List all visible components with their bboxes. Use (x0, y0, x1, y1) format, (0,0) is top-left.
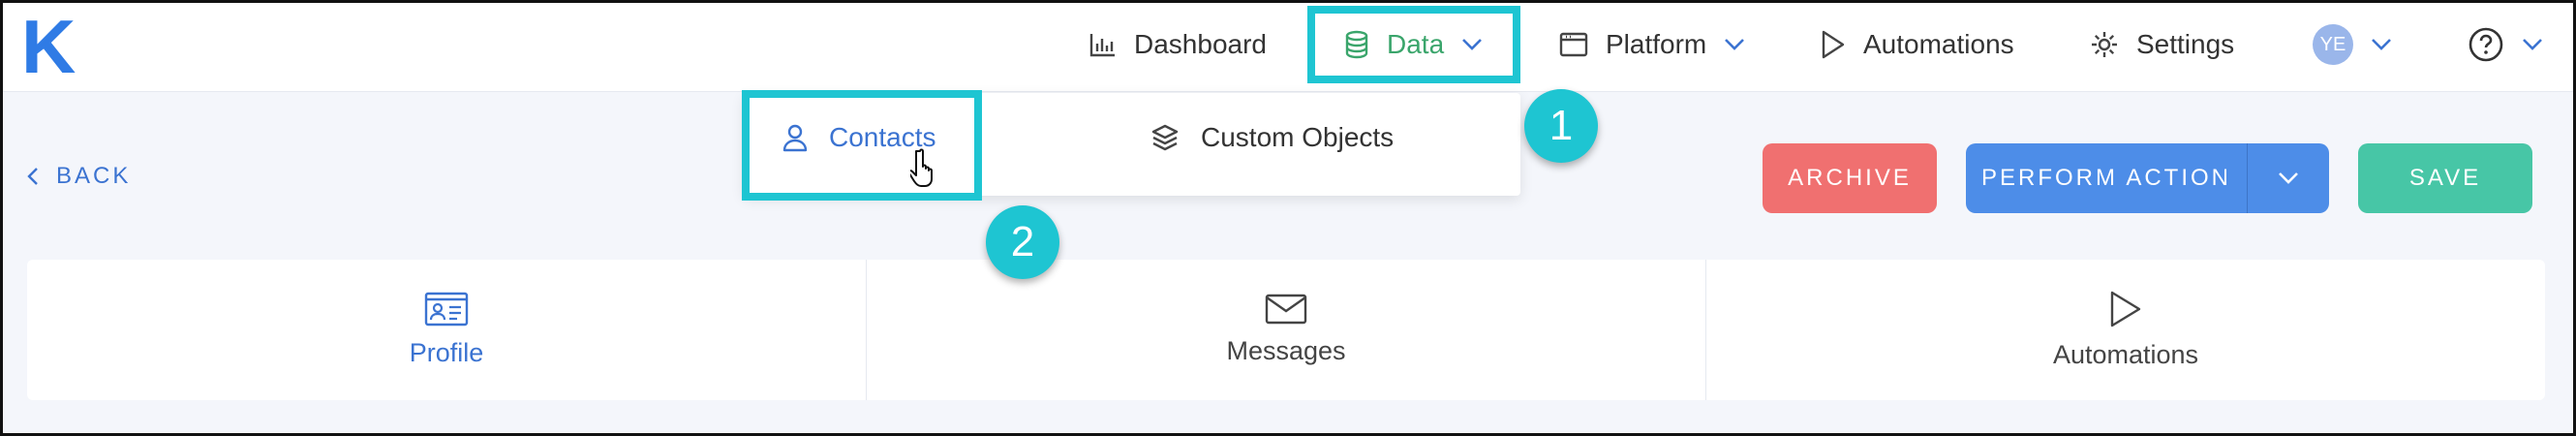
app-logo[interactable]: K (21, 8, 76, 85)
nav-dashboard[interactable]: Dashboard (1089, 21, 1267, 68)
back-link[interactable]: BACK (27, 163, 131, 190)
top-nav-bar: K Dashboard Data Platform Automations Se… (0, 0, 2576, 92)
save-button[interactable]: SAVE (2358, 143, 2532, 213)
play-icon (1822, 30, 1845, 59)
nav-automations-label: Automations (1863, 29, 2014, 59)
archive-button[interactable]: ARCHIVE (1763, 143, 1937, 213)
nav-settings-label: Settings (2136, 29, 2235, 59)
id-card-icon (424, 292, 469, 327)
nav-settings[interactable]: Settings (2090, 21, 2234, 68)
nav-platform-label: Platform (1606, 29, 1707, 59)
nav-dashboard-label: Dashboard (1134, 29, 1267, 59)
envelope-icon (1265, 294, 1307, 325)
chevron-down-icon (1725, 39, 1745, 50)
perform-action-dropdown-toggle[interactable] (2247, 143, 2329, 213)
perform-action-label: PERFORM ACTION (1980, 165, 2231, 191)
chevron-left-icon (27, 168, 38, 185)
nav-platform[interactable]: Platform (1559, 21, 1745, 68)
callout-badge-2: 2 (986, 205, 1059, 279)
chevron-down-icon (2278, 172, 2298, 184)
layers-icon (1151, 124, 1179, 151)
tab-automations[interactable]: Automations (1706, 260, 2545, 400)
tab-messages[interactable]: Messages (867, 260, 1706, 400)
hand-cursor-icon (910, 148, 933, 187)
tab-automations-label: Automations (2052, 340, 2199, 369)
help-menu[interactable] (2468, 21, 2543, 68)
gear-icon (2092, 32, 2117, 57)
bar-chart-icon (1089, 34, 1115, 57)
callout-badge-1: 1 (1524, 89, 1598, 163)
contacts-highlight (742, 90, 982, 201)
user-menu[interactable]: YE (2313, 21, 2392, 68)
help-circle-icon (2469, 27, 2503, 62)
back-label: BACK (56, 163, 132, 189)
avatar: YE (2313, 24, 2353, 65)
browser-window-icon (1559, 32, 1588, 57)
menu-item-custom-objects-label: Custom Objects (1201, 122, 1395, 152)
nav-automations[interactable]: Automations (1821, 21, 2014, 68)
menu-item-custom-objects[interactable]: Custom Objects (1150, 122, 1394, 153)
tab-profile-label: Profile (409, 338, 484, 367)
chevron-down-icon (2523, 39, 2542, 50)
chevron-down-icon (2372, 39, 2391, 50)
tab-messages-label: Messages (1226, 336, 1346, 365)
play-icon (2110, 291, 2141, 327)
data-menu-highlight (1307, 6, 1520, 83)
perform-action-button[interactable]: PERFORM ACTION (1966, 143, 2329, 213)
record-tabs: Profile Messages Automations (27, 260, 2545, 400)
tab-profile[interactable]: Profile (27, 260, 867, 400)
